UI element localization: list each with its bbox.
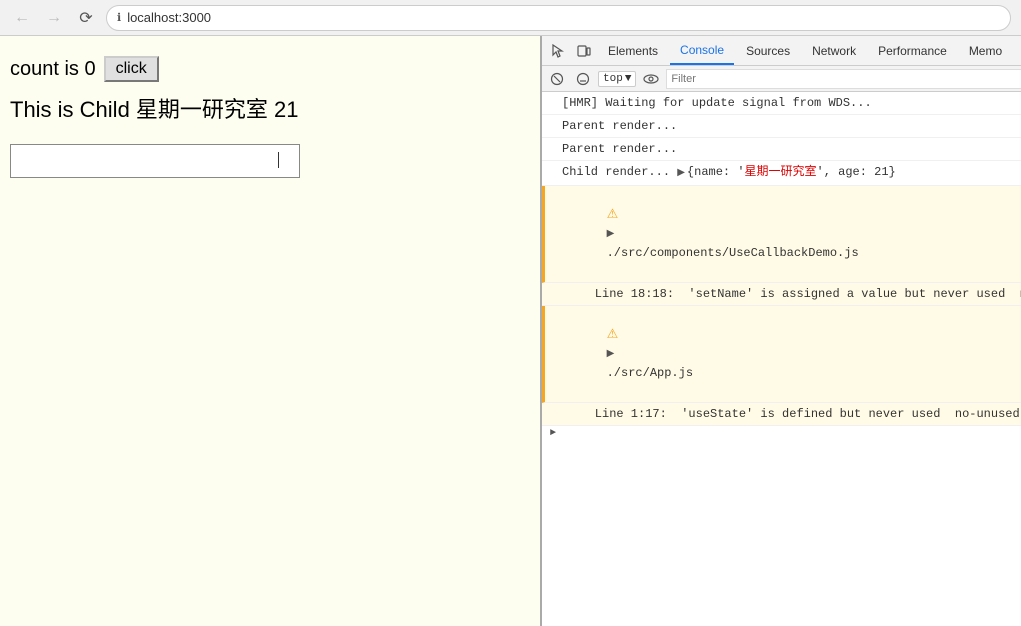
expand-arrow[interactable]: ▶ xyxy=(677,168,685,179)
address-bar[interactable]: ℹ localhost:3000 xyxy=(106,5,1011,31)
lock-icon: ℹ xyxy=(117,11,121,24)
context-label: top xyxy=(603,73,623,85)
expand-arrow-w1[interactable]: ▶ xyxy=(607,229,615,240)
prompt-arrow-icon: ► xyxy=(550,428,556,439)
console-filter-toggle[interactable] xyxy=(572,68,594,90)
filter-input[interactable] xyxy=(666,69,1021,89)
device-toggle-button[interactable] xyxy=(572,39,596,63)
tab-console[interactable]: Console xyxy=(670,36,734,65)
warning-file-2: ./src/App.js xyxy=(607,366,693,380)
warning-icon-1: ⚠ xyxy=(607,207,619,222)
console-line-hmr: [HMR] Waiting for update signal from WDS… xyxy=(542,92,1021,115)
count-line: count is 0 click xyxy=(10,56,530,82)
eye-button[interactable] xyxy=(640,68,662,90)
console-line-child: Child render... ▶{name: '星期一研究室', age: 2… xyxy=(542,161,1021,186)
input-container xyxy=(10,144,530,178)
console-line-parent1: Parent render... xyxy=(542,115,1021,138)
warning-file-1: ./src/components/UseCallbackDemo.js xyxy=(607,246,859,260)
reload-button[interactable]: ⟳ xyxy=(74,6,98,30)
url-text: localhost:3000 xyxy=(127,10,211,25)
devtools-tabs-toolbar: Elements Console Sources Network Perform… xyxy=(542,36,1021,66)
click-button[interactable]: click xyxy=(104,56,159,82)
back-button[interactable]: ← xyxy=(10,6,34,30)
tab-sources[interactable]: Sources xyxy=(736,36,800,65)
inspect-element-button[interactable] xyxy=(546,39,570,63)
child-obj: {name: '星期一研究室', age: 21} xyxy=(687,165,896,179)
warning-icon-2: ⚠ xyxy=(607,327,619,342)
console-toolbar: top ▼ xyxy=(542,66,1021,92)
console-output: [HMR] Waiting for update signal from WDS… xyxy=(542,92,1021,626)
page-content: count is 0 click This is Child 星期一研究室 21 xyxy=(0,36,540,626)
devtools-panel: Elements Console Sources Network Perform… xyxy=(540,36,1021,626)
console-line-warning1-detail: Line 18:18: 'setName' is assigned a valu… xyxy=(542,283,1021,306)
console-prompt-line[interactable]: ► xyxy=(542,426,1021,441)
forward-button[interactable]: → xyxy=(42,6,66,30)
count-text: count is 0 xyxy=(10,58,96,81)
tab-memo[interactable]: Memo xyxy=(959,36,1012,65)
tab-network[interactable]: Network xyxy=(802,36,866,65)
context-arrow: ▼ xyxy=(625,73,632,85)
text-input[interactable] xyxy=(10,144,300,178)
console-line-parent2: Parent render... xyxy=(542,138,1021,161)
console-line-warning2-detail: Line 1:17: 'useState' is defined but nev… xyxy=(542,403,1021,426)
context-selector[interactable]: top ▼ xyxy=(598,71,636,87)
console-line-warning1: ⚠ ▶ ./src/components/UseCallbackDemo.js xyxy=(542,186,1021,283)
cursor-caret xyxy=(278,152,279,168)
tab-elements[interactable]: Elements xyxy=(598,36,668,65)
browser-chrome: ← → ⟳ ℹ localhost:3000 xyxy=(0,0,1021,36)
expand-arrow-w2[interactable]: ▶ xyxy=(607,349,615,360)
tab-performance[interactable]: Performance xyxy=(868,36,957,65)
child-text: This is Child 星期一研究室 21 xyxy=(10,92,530,124)
console-clear-button[interactable] xyxy=(546,68,568,90)
console-line-warning2: ⚠ ▶ ./src/App.js xyxy=(542,306,1021,403)
main-area: count is 0 click This is Child 星期一研究室 21 xyxy=(0,36,1021,626)
